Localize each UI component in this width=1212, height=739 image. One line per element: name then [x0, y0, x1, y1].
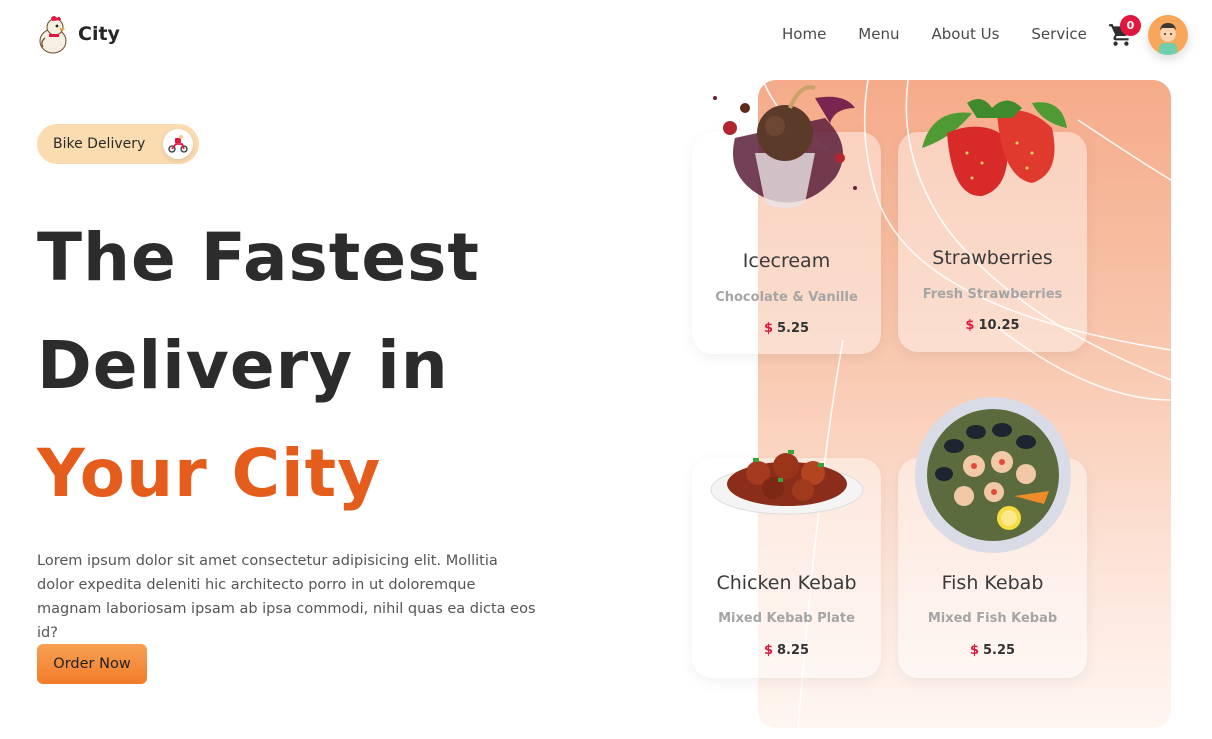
currency-symbol: $	[763, 321, 773, 336]
price-value: 10.25	[978, 318, 1020, 333]
headline-line-3: Your City	[37, 435, 382, 512]
cart-count-badge: 0	[1120, 15, 1141, 36]
strawberry-icon	[922, 99, 1067, 197]
menu-card-subtitle: Mixed Fish Kebab	[927, 611, 1058, 626]
icecream-icon	[713, 85, 857, 208]
order-now-button[interactable]: Order Now	[37, 644, 147, 684]
menu-card-subtitle: Mixed Kebab Plate	[718, 611, 855, 626]
menu-card-title: Chicken Kebab	[716, 572, 857, 594]
chef-chicken-icon	[39, 16, 67, 54]
price-value: 5.25	[982, 643, 1016, 658]
chicken-kebab-icon	[710, 450, 864, 515]
header: City Home Menu About Us Service 0	[0, 0, 1212, 72]
hero-description: Lorem ipsum dolor sit amet consectetur a…	[37, 553, 536, 641]
hero-headline: The Fastest Delivery in Your City	[37, 204, 480, 528]
logo[interactable]: City	[36, 14, 120, 54]
user-avatar-icon[interactable]	[1148, 15, 1188, 55]
menu-card-price: $5.25	[692, 321, 881, 336]
headline-line-1: The Fastest	[37, 219, 480, 296]
headline-line-2: Delivery in	[37, 327, 449, 404]
menu-card-subtitle: Fresh Strawberries	[922, 287, 1063, 302]
menu-card-title: Icecream	[742, 250, 831, 272]
menu-card-price: $10.25	[898, 318, 1087, 333]
currency-symbol: $	[763, 643, 773, 658]
menu-card-subtitle: Chocolate & Vanille	[715, 290, 858, 305]
nav-item-menu[interactable]: Menu	[858, 25, 899, 43]
menu-card-price: $8.25	[692, 643, 881, 658]
fish-kebab-icon	[915, 397, 1071, 553]
currency-symbol: $	[965, 318, 975, 333]
brand-name: City	[78, 23, 120, 45]
main-nav: Home Menu About Us Service	[782, 25, 1119, 43]
menu-card-title: Strawberries	[932, 247, 1053, 269]
menu-card-price: $5.25	[898, 643, 1087, 658]
price-value: 8.25	[776, 643, 810, 658]
nav-item-home[interactable]: Home	[782, 25, 826, 43]
scooter-icon	[163, 129, 193, 159]
nav-item-service[interactable]: Service	[1031, 25, 1086, 43]
menu-card-title: Fish Kebab	[941, 572, 1044, 594]
price-value: 5.25	[776, 321, 810, 336]
bike-delivery-badge: Bike Delivery	[37, 124, 199, 164]
bike-delivery-label: Bike Delivery	[53, 136, 146, 152]
currency-symbol: $	[969, 643, 979, 658]
nav-item-about-us[interactable]: About Us	[931, 25, 999, 43]
